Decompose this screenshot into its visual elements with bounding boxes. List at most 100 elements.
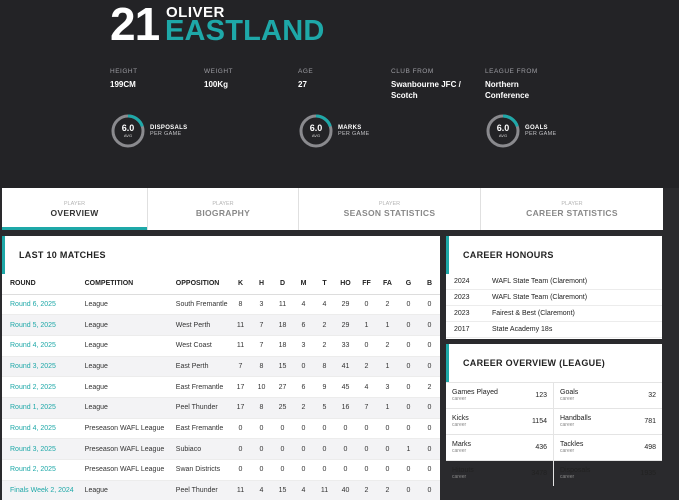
career-stat-value: 781 (644, 418, 656, 425)
honour-text: State Academy 18s (492, 326, 553, 333)
table-cell: 8 (251, 397, 272, 419)
table-cell: 6 (293, 376, 314, 398)
table-cell: 8 (230, 294, 251, 316)
honour-year: 2023 (454, 294, 470, 301)
table-cell: 0 (293, 459, 314, 481)
player-hero: 21 OLIVER EASTLAND HEIGHT 199CM WEIGHT 1… (0, 0, 679, 188)
round-link[interactable]: Round 4, 2025 (2, 418, 77, 440)
stat-value: 27 (298, 80, 307, 89)
table-cell: 11 (314, 480, 335, 500)
table-cell: 27 (272, 376, 293, 398)
table-cell: 4 (293, 480, 314, 500)
table-cell: East Fremantle (167, 418, 230, 440)
table-cell: Preseason WAFL League (76, 459, 168, 481)
tab-career-statistics[interactable]: PLAYER CAREER STATISTICS (481, 188, 663, 230)
table-cell: 45 (335, 376, 356, 398)
round-link[interactable]: Round 1, 2025 (2, 397, 77, 419)
table-cell: 0 (398, 335, 419, 357)
table-cell: 1 (398, 438, 419, 460)
career-stat-name: Handballs (560, 415, 592, 422)
table-cell: 0 (293, 418, 314, 440)
career-stat-value: 123 (535, 392, 547, 399)
round-link[interactable]: Round 3, 2025 (2, 438, 77, 460)
round-link[interactable]: Round 2, 2025 (2, 376, 77, 398)
column-header: B (419, 274, 440, 295)
round-link[interactable]: Round 3, 2025 (2, 356, 77, 378)
ring-sub: PER GAME (525, 131, 557, 137)
column-header: K (230, 274, 251, 295)
table-cell: 0 (356, 459, 377, 481)
table-cell: 0 (419, 418, 440, 440)
table-cell: 0 (230, 459, 251, 481)
column-header: ROUND (2, 274, 77, 295)
table-cell: 0 (356, 438, 377, 460)
table-cell: 4 (293, 294, 314, 316)
column-header: HO (335, 274, 356, 295)
tab-small-label: PLAYER (561, 200, 583, 207)
career-stat-sub: career (452, 422, 467, 428)
column-header: H (251, 274, 272, 295)
ring-unit: AVG (498, 133, 508, 138)
career-stat-name: Disposals (560, 467, 591, 474)
table-row: Round 4, 2025 League West Coast 11 7 18 3 2 33 0 2… (2, 335, 440, 357)
table-cell: 0 (356, 294, 377, 316)
table-cell: 0 (356, 335, 377, 357)
table-cell: Peel Thunder (167, 480, 230, 500)
honour-text: WAFL State Team (Claremont) (492, 278, 588, 285)
table-cell: 7 (251, 335, 272, 357)
table-cell: 40 (335, 480, 356, 500)
table-cell: League (76, 314, 168, 336)
table-cell: 41 (335, 356, 356, 378)
table-row: Round 3, 2025 League East Perth 7 8 15 0 8 41 2 1 0… (2, 356, 440, 378)
table-cell: 0 (398, 294, 419, 316)
matches-table-body: Round 6, 2025 League South Fremantle 8 3 11 4 4… (2, 294, 440, 500)
tab-overview[interactable]: PLAYER OVERVIEW (2, 188, 148, 230)
ring-value: 6.0 (121, 123, 135, 133)
career-overview-panel: CAREER OVERVIEW (LEAGUE) Games Played car… (446, 344, 662, 486)
table-cell: 0 (335, 418, 356, 440)
stat-value: Northern Conference (485, 80, 530, 100)
tab-biography[interactable]: PLAYER BIOGRAPHY (148, 188, 299, 230)
table-cell: 1 (377, 356, 398, 378)
honour-year: 2024 (454, 278, 470, 285)
round-link[interactable]: Round 2, 2025 (2, 459, 77, 481)
stat-league-from: LEAGUE FROM Northern Conference (485, 68, 555, 101)
table-cell: 2 (356, 356, 377, 378)
tab-label: OVERVIEW (50, 207, 99, 218)
matches-table: ROUND COMPETITION OPPOSITION K H D M T HO FF FA G B … (2, 274, 440, 500)
tab-label: SEASON STATISTICS (343, 207, 436, 218)
list-item: 2023 WAFL State Team (Claremont) (446, 290, 662, 306)
round-link[interactable]: Round 6, 2025 (2, 294, 77, 316)
honour-text: Fairest & Best (Claremont) (492, 310, 575, 317)
round-link[interactable]: Round 4, 2025 (2, 335, 77, 357)
table-cell: 0 (251, 438, 272, 460)
table-row: Round 4, 2025 Preseason WAFL League East F… (2, 418, 440, 440)
table-cell: East Perth (167, 356, 230, 378)
table-cell: 3 (377, 376, 398, 398)
table-cell: 0 (335, 459, 356, 481)
table-cell: 7 (251, 314, 272, 336)
career-stat: Disposals career 1935 (554, 460, 662, 486)
table-cell: 0 (398, 480, 419, 500)
career-stat-value: 1154 (531, 418, 547, 425)
stat-label: CLUB FROM (391, 68, 434, 75)
table-cell: 0 (419, 459, 440, 481)
table-cell: 25 (272, 397, 293, 419)
panel-title: CAREER HONOURS (446, 236, 662, 274)
ring-marks: 6.0 AVG MARKS PER GAME (298, 113, 369, 149)
career-stat-sub: career (560, 448, 575, 454)
tab-small-label: PLAYER (63, 200, 86, 207)
last-matches-panel: LAST 10 MATCHES ROUND COMPETITION OPPOSITI… (2, 236, 440, 500)
table-cell: 0 (419, 480, 440, 500)
table-cell: 4 (314, 294, 335, 316)
career-stat-value: 32 (648, 392, 656, 399)
round-link[interactable]: Round 5, 2025 (2, 314, 77, 336)
tab-small-label: PLAYER (378, 200, 401, 207)
stat-weight: WEIGHT 100Kg (204, 68, 233, 90)
round-link[interactable]: Finals Week 2, 2024 (2, 480, 77, 500)
table-cell: 4 (356, 376, 377, 398)
ring-unit: AVG (123, 133, 133, 138)
table-cell: 2 (377, 480, 398, 500)
table-cell: 2 (377, 294, 398, 316)
tab-season-statistics[interactable]: PLAYER SEASON STATISTICS (299, 188, 481, 230)
